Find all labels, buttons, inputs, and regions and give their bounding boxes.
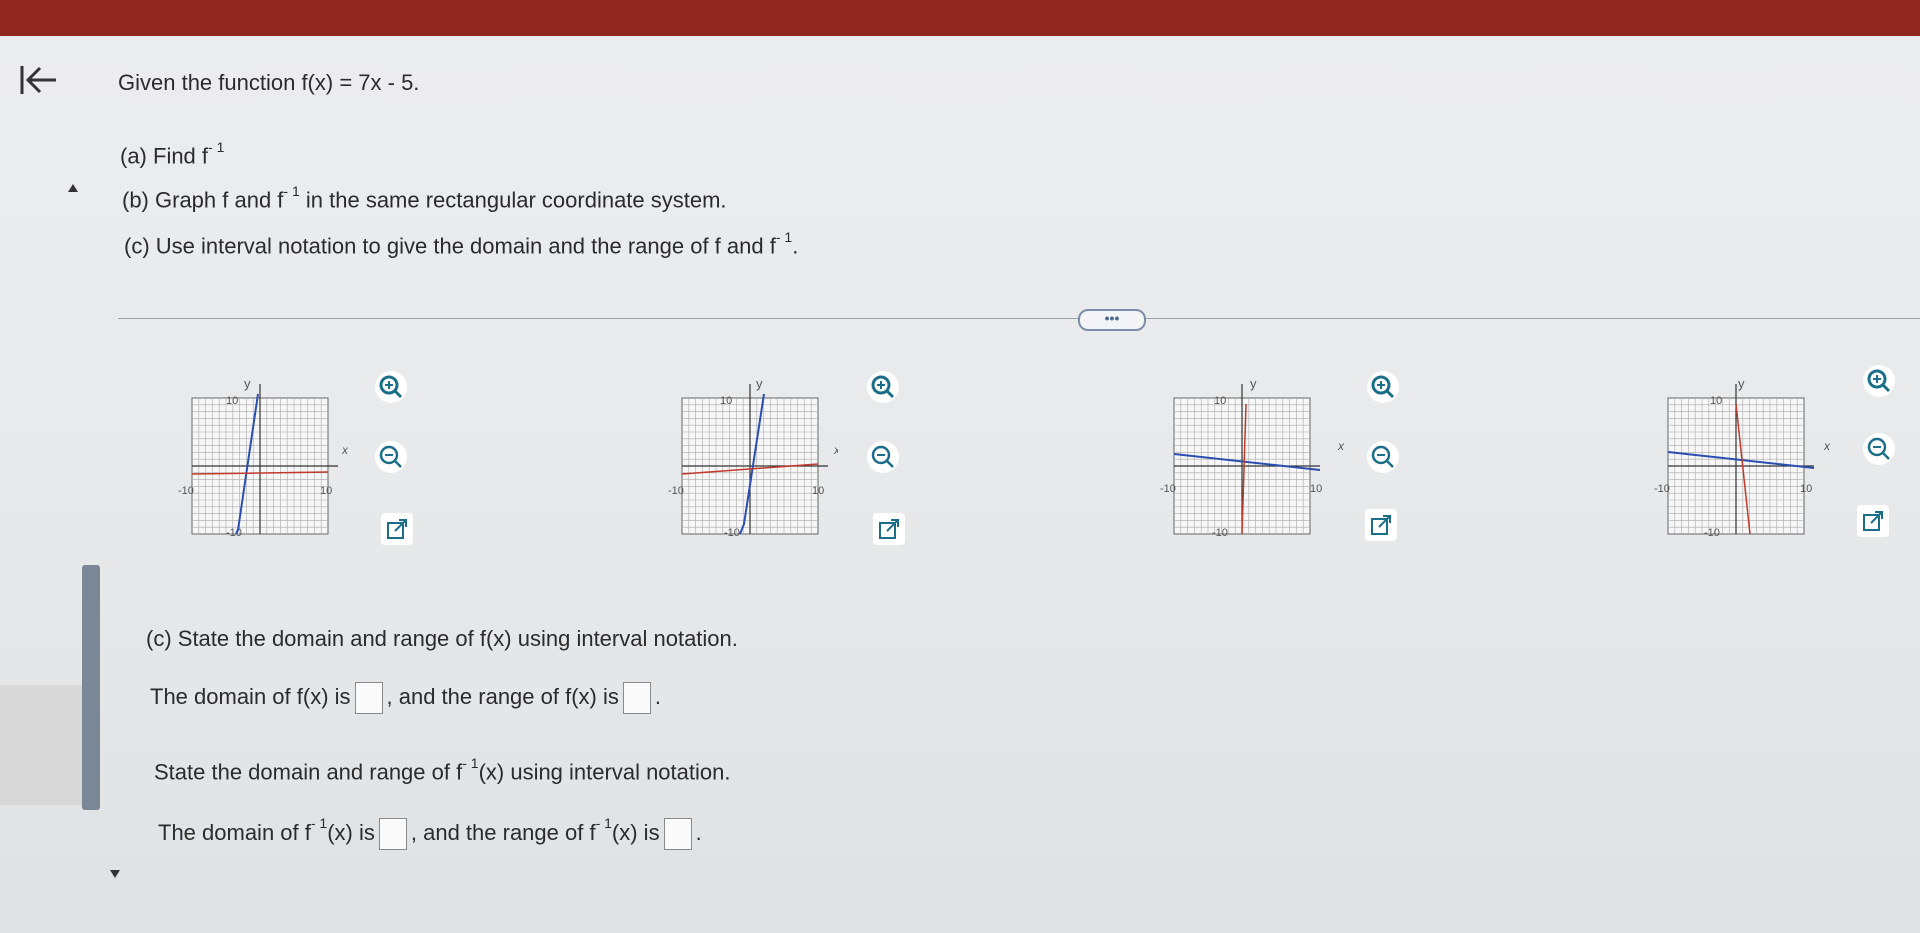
range-f-input[interactable]: [622, 682, 651, 714]
graph-a-y-label: y: [244, 376, 251, 391]
question-finv-sup: - 1: [462, 755, 479, 771]
domain-finv-input[interactable]: [378, 818, 407, 850]
graph-b-xmax: 10: [812, 485, 824, 497]
graph-a-ymax: 10: [226, 395, 238, 407]
answer-line-finv-is: (x) is: [327, 819, 375, 845]
graph-a-ymin: -10: [226, 527, 242, 539]
answer-line-finv: The domain of f- 1(x) is, and the range …: [158, 815, 702, 850]
graph-d-ymax: 10: [1710, 395, 1722, 407]
answer-line-f: The domain of f(x) is , and the range of …: [150, 682, 661, 714]
graph-c-grid: [1173, 384, 1320, 535]
question-finv-text-post: (x) using interval notation.: [478, 759, 731, 785]
graph-a-svg: y x 10 -10 10 -10: [178, 376, 349, 539]
graph-option-a[interactable]: y x 10 -10 10 -10: [178, 364, 349, 549]
answer-line-finv-text: The domain of f: [158, 819, 311, 845]
question-finv-text: State the domain and range of f: [154, 759, 463, 785]
scrollbar-thumb[interactable]: [82, 565, 100, 810]
question-finv-prompt: State the domain and range of f- 1(x) us…: [154, 755, 731, 785]
more-button[interactable]: •••: [1078, 309, 1146, 331]
zoom-out-icon[interactable]: [374, 440, 408, 474]
answer-line-finv-sup: - 1: [310, 815, 328, 832]
graph-d-ymin: -10: [1704, 527, 1720, 539]
part-c: (c) Use interval notation to give the do…: [124, 229, 799, 259]
part-b-text-post: in the same rectangular coordinate syste…: [305, 187, 727, 213]
graph-option-d[interactable]: y x 10 -10 10 -10: [1654, 364, 1834, 549]
section-divider: [118, 318, 1920, 319]
zoom-in-icon[interactable]: [866, 370, 900, 404]
part-a-text: (a) Find f: [120, 143, 209, 169]
answer-line-finv-period: .: [695, 819, 702, 845]
zoom-in-icon[interactable]: [374, 370, 408, 404]
answer-line-f-mid: , and the range of f(x) is: [386, 683, 619, 709]
graph-c-xmax: 10: [1310, 483, 1322, 495]
graph-d-svg: y x 10 -10 10 -10: [1654, 376, 1831, 539]
graph-b-ymin: -10: [724, 527, 740, 539]
answer-line-finv-is2: (x) is: [611, 819, 660, 845]
graph-c-ymin: -10: [1212, 527, 1228, 539]
graph-c-x-label: x: [1337, 439, 1345, 453]
open-external-icon[interactable]: [380, 512, 414, 546]
part-c-period: .: [792, 233, 799, 259]
graph-b-ymax: 10: [720, 395, 732, 407]
scroll-up-arrow[interactable]: [68, 184, 78, 192]
answer-line-f-text: The domain of f(x) is: [150, 683, 351, 709]
graph-d-x-label: x: [1823, 439, 1831, 453]
scroll-down-arrow[interactable]: [110, 870, 120, 878]
graph-c-svg: y x 10 -10 10 -10: [1160, 376, 1345, 539]
range-finv-input[interactable]: [663, 818, 692, 850]
part-b: (b) Graph f and f- 1 in the same rectang…: [122, 183, 727, 213]
domain-f-input[interactable]: [354, 682, 383, 714]
graph-d-xmin: -10: [1654, 483, 1670, 495]
graph-d-xmax: 10: [1800, 483, 1812, 495]
graph-a-x-label: x: [341, 443, 348, 457]
graph-c-ymax: 10: [1214, 395, 1226, 407]
part-c-sup: - 1: [775, 229, 793, 245]
graph-b-svg: y x 10 -10 10 -10: [668, 376, 841, 539]
graph-d-y-label: y: [1738, 376, 1745, 391]
open-external-icon[interactable]: [872, 512, 906, 546]
question-c-heading: (c) State the domain and range of f(x) u…: [146, 626, 738, 651]
open-external-icon[interactable]: [1856, 504, 1890, 538]
zoom-out-icon[interactable]: [1366, 440, 1400, 474]
zoom-out-icon[interactable]: [866, 440, 900, 474]
part-b-text: (b) Graph f and f: [122, 187, 284, 213]
zoom-in-icon[interactable]: [1366, 370, 1400, 404]
graph-option-c[interactable]: y x 10 -10 10 -10: [1160, 364, 1350, 549]
part-b-sup: - 1: [283, 183, 300, 199]
answer-line-f-period: .: [654, 683, 661, 709]
browser-top-bar: [0, 0, 1920, 36]
graph-b-xmin: -10: [668, 485, 684, 497]
back-arrow-icon[interactable]: [18, 60, 58, 100]
open-external-icon[interactable]: [1364, 508, 1398, 542]
zoom-in-icon[interactable]: [1862, 364, 1896, 398]
problem-intro: Given the function f(x) = 7x - 5.: [118, 70, 420, 95]
answer-line-finv-mid: , and the range of f: [410, 819, 596, 845]
part-a-sup: - 1: [208, 139, 225, 155]
graph-b-y-label: y: [756, 376, 763, 391]
left-panel-shade: [0, 685, 82, 805]
graph-option-b[interactable]: y x 10 -10 10 -10: [668, 364, 841, 549]
answer-line-finv-sup2: - 1: [595, 815, 612, 832]
graph-b-x-label: x: [833, 443, 838, 457]
part-c-text: (c) Use interval notation to give the do…: [124, 233, 776, 259]
graph-a-grid: [191, 384, 338, 535]
graph-c-y-label: y: [1250, 376, 1257, 391]
part-a: (a) Find f- 1: [120, 139, 225, 169]
zoom-out-icon[interactable]: [1862, 432, 1896, 466]
graph-a-xmin: -10: [178, 485, 194, 497]
graph-a-xmax: 10: [320, 485, 332, 497]
graph-c-xmin: -10: [1160, 483, 1176, 495]
